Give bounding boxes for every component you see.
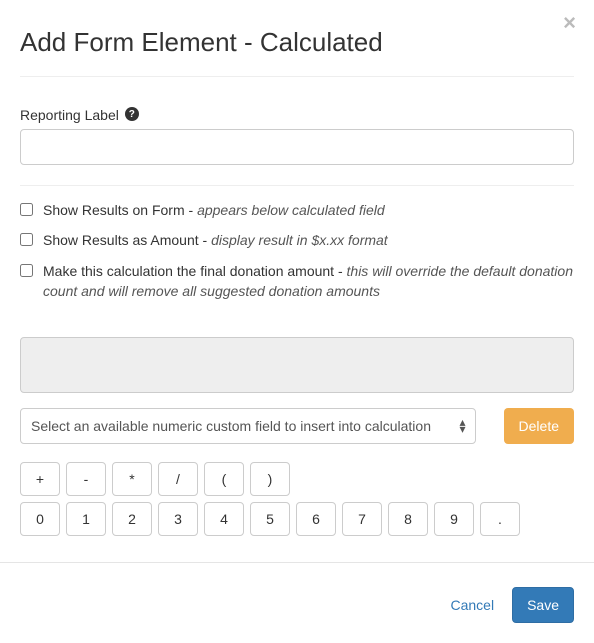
final-donation-text: Make this calculation the final donation… (43, 261, 574, 302)
key-paren-close[interactable]: ) (250, 462, 290, 496)
show-amount-checkbox[interactable] (20, 233, 33, 246)
key-0[interactable]: 0 (20, 502, 60, 536)
show-amount-hint: display result in $x.xx format (211, 232, 388, 248)
key-multiply[interactable]: * (112, 462, 152, 496)
help-icon[interactable]: ? (125, 107, 139, 121)
key-dot[interactable]: . (480, 502, 520, 536)
modal-footer: Cancel Save (0, 562, 594, 643)
keypad: + - * / ( ) 0 1 2 3 4 5 6 7 8 9 . (20, 462, 574, 536)
key-5[interactable]: 5 (250, 502, 290, 536)
show-amount-row[interactable]: Show Results as Amount - display result … (20, 230, 574, 250)
key-paren-open[interactable]: ( (204, 462, 244, 496)
key-1[interactable]: 1 (66, 502, 106, 536)
key-divide[interactable]: / (158, 462, 198, 496)
field-select-wrap: Select an available numeric custom field… (20, 408, 476, 444)
final-donation-checkbox[interactable] (20, 264, 33, 277)
show-results-row[interactable]: Show Results on Form - appears below cal… (20, 200, 574, 220)
divider (20, 185, 574, 186)
divider (20, 76, 574, 77)
show-results-hint: appears below calculated field (197, 202, 385, 218)
final-donation-label: Make this calculation the final donation… (43, 263, 347, 279)
final-donation-row[interactable]: Make this calculation the final donation… (20, 261, 574, 302)
show-amount-text: Show Results as Amount - display result … (43, 230, 574, 250)
key-3[interactable]: 3 (158, 502, 198, 536)
cancel-button[interactable]: Cancel (450, 597, 494, 613)
show-amount-label: Show Results as Amount - (43, 232, 211, 248)
key-7[interactable]: 7 (342, 502, 382, 536)
delete-button[interactable]: Delete (504, 408, 574, 444)
close-icon[interactable]: × (563, 12, 576, 34)
show-results-text: Show Results on Form - appears below cal… (43, 200, 574, 220)
reporting-label-text: Reporting Label (20, 107, 119, 123)
key-2[interactable]: 2 (112, 502, 152, 536)
keypad-nums-row: 0 1 2 3 4 5 6 7 8 9 . (20, 502, 574, 536)
reporting-label-row: Reporting Label ? (20, 107, 574, 123)
key-8[interactable]: 8 (388, 502, 428, 536)
show-results-label: Show Results on Form - (43, 202, 197, 218)
field-select[interactable]: Select an available numeric custom field… (20, 408, 476, 444)
reporting-label-input[interactable] (20, 129, 574, 165)
modal-title: Add Form Element - Calculated (20, 27, 574, 58)
select-row: Select an available numeric custom field… (20, 408, 574, 444)
key-6[interactable]: 6 (296, 502, 336, 536)
key-4[interactable]: 4 (204, 502, 244, 536)
show-results-checkbox[interactable] (20, 203, 33, 216)
key-9[interactable]: 9 (434, 502, 474, 536)
keypad-ops-row: + - * / ( ) (20, 462, 574, 496)
modal-body: × Add Form Element - Calculated Reportin… (0, 0, 594, 562)
key-minus[interactable]: - (66, 462, 106, 496)
save-button[interactable]: Save (512, 587, 574, 623)
calculation-textarea[interactable] (20, 337, 574, 393)
key-plus[interactable]: + (20, 462, 60, 496)
